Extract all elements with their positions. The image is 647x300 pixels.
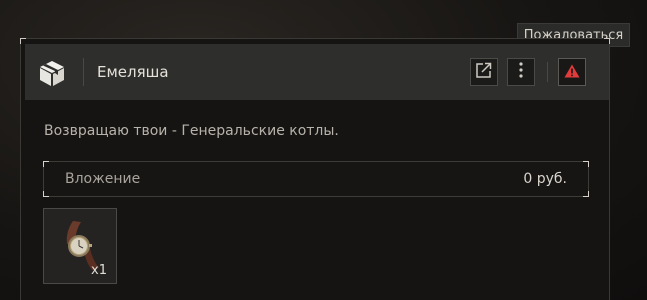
report-button[interactable] [558,58,586,86]
message-header: Емеляша [25,44,609,100]
external-link-icon [475,61,493,83]
frame-corner [583,161,589,167]
item-quantity: x1 [91,263,107,278]
header-divider [547,62,548,82]
frame-corner [43,191,49,197]
attachment-row: Вложение 0 руб. [43,161,589,197]
kebab-menu-icon [518,61,524,83]
frame-corner [43,161,49,167]
warning-triangle-icon [564,63,580,82]
message-panel: Емеляша Возвращаю твои - Генеральские ко… [20,38,610,300]
attachment-value: 0 руб. [523,171,567,187]
sender-name: Емеляша [97,63,169,81]
open-button[interactable] [470,58,498,86]
frame-corner [583,191,589,197]
box-icon [38,59,66,87]
message-text: Возвращаю твои - Генеральские котлы. [44,123,339,139]
header-divider [83,58,84,86]
more-options-button[interactable] [507,58,535,86]
attached-item-slot[interactable]: x1 [43,208,117,284]
attachment-label: Вложение [65,171,141,187]
